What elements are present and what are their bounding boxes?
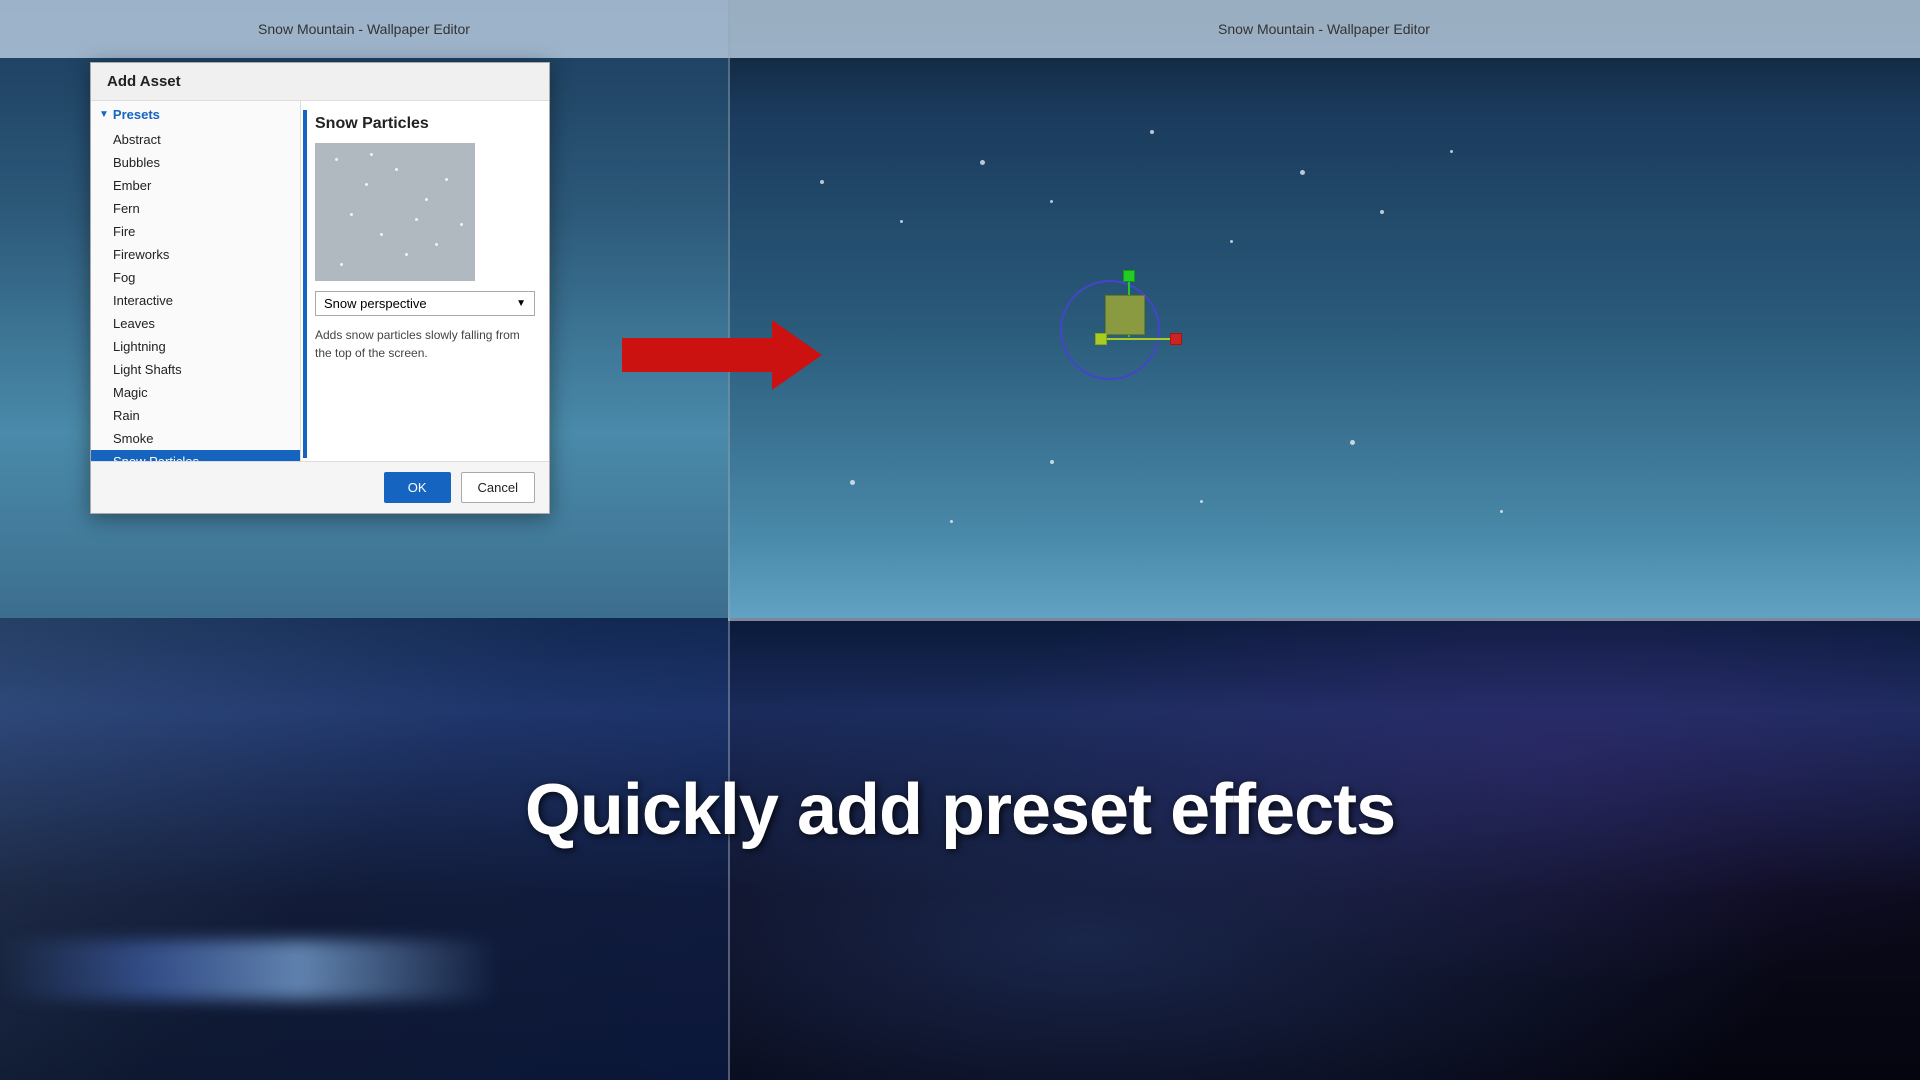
dialog-title: Add Asset — [91, 63, 549, 101]
tree-item-lightning[interactable]: Lightning — [91, 335, 300, 358]
presets-label: Presets — [113, 107, 160, 122]
preview-snow-dot — [435, 243, 438, 246]
tree-item-interactive[interactable]: Interactive — [91, 289, 300, 312]
preview-snow-dot — [445, 178, 448, 181]
dialog-body: ▼ Presets Abstract Bubbles Ember Fern Fi… — [91, 101, 549, 461]
dialog-footer: OK Cancel — [91, 461, 549, 513]
red-arrow — [622, 320, 822, 395]
tree-item-fireworks[interactable]: Fireworks — [91, 243, 300, 266]
presets-chevron-icon: ▼ — [99, 109, 109, 120]
gizmo-square — [1105, 295, 1145, 335]
main-headline: Quickly add preset effects — [525, 769, 1395, 851]
cancel-button[interactable]: Cancel — [461, 472, 535, 503]
tree-item-ember[interactable]: Ember — [91, 174, 300, 197]
snow-particle — [980, 160, 985, 165]
preview-snow-dot — [380, 233, 383, 236]
snow-particle — [1230, 240, 1233, 243]
preview-box — [315, 143, 475, 281]
preview-snow-dot — [415, 218, 418, 221]
snow-particle — [1450, 150, 1453, 153]
transform-gizmo — [1060, 270, 1190, 400]
dropdown-row: Snow perspective ▼ — [315, 291, 535, 316]
presets-section-header[interactable]: ▼ Presets — [91, 101, 300, 128]
tree-item-light-shafts[interactable]: Light Shafts — [91, 358, 300, 381]
preview-snow-dot — [350, 213, 353, 216]
preview-snow-dot — [405, 253, 408, 256]
dropdown-value: Snow perspective — [324, 296, 427, 311]
header-left: Snow Mountain - Wallpaper Editor — [0, 0, 728, 58]
preview-snow-dot — [395, 168, 398, 171]
snow-particle — [1200, 500, 1203, 503]
snow-particle — [820, 180, 824, 184]
tree-item-leaves[interactable]: Leaves — [91, 312, 300, 335]
preview-snow-dot — [460, 223, 463, 226]
horizontal-divider — [728, 618, 1920, 621]
snow-particle — [1350, 440, 1355, 445]
preview-snow-dot — [425, 198, 428, 201]
dialog-left-panel: ▼ Presets Abstract Bubbles Ember Fern Fi… — [91, 101, 301, 461]
snow-particle — [1300, 170, 1305, 175]
snow-particle — [950, 520, 953, 523]
snow-particle — [1150, 130, 1154, 134]
preview-snow-dot — [365, 183, 368, 186]
gizmo-handle-left[interactable] — [1095, 333, 1107, 345]
app-title-left: Snow Mountain - Wallpaper Editor — [258, 21, 470, 37]
app-title-right: Snow Mountain - Wallpaper Editor — [1218, 21, 1430, 37]
preview-snow-dot — [340, 263, 343, 266]
snow-particle — [1380, 210, 1384, 214]
tree-item-fern[interactable]: Fern — [91, 197, 300, 220]
main-text-container: Quickly add preset effects — [0, 660, 1920, 960]
dropdown-arrow-icon: ▼ — [516, 298, 526, 309]
snow-particle — [850, 480, 855, 485]
snow-particle — [900, 220, 903, 223]
add-asset-dialog: Add Asset ▼ Presets Abstract Bubbles Emb… — [90, 62, 550, 514]
tree-item-magic[interactable]: Magic — [91, 381, 300, 404]
preset-description: Adds snow particles slowly falling from … — [315, 326, 535, 362]
snow-particle — [1500, 510, 1503, 513]
tree-item-smoke[interactable]: Smoke — [91, 427, 300, 450]
preset-title: Snow Particles — [315, 115, 535, 133]
snow-particle — [1050, 200, 1053, 203]
tree-item-rain[interactable]: Rain — [91, 404, 300, 427]
perspective-dropdown[interactable]: Snow perspective ▼ — [315, 291, 535, 316]
gizmo-handle-right[interactable] — [1170, 333, 1182, 345]
header-right: Snow Mountain - Wallpaper Editor — [728, 0, 1920, 58]
tree-item-fog[interactable]: Fog — [91, 266, 300, 289]
dialog-right-panel: Snow Particles Snow perspec — [301, 101, 549, 461]
tree-item-snow-particles[interactable]: Snow Particles — [91, 450, 300, 461]
preview-snow-dot — [370, 153, 373, 156]
tree-item-fire[interactable]: Fire — [91, 220, 300, 243]
ok-button[interactable]: OK — [384, 472, 451, 503]
gizmo-handle-top[interactable] — [1123, 270, 1135, 282]
tree-item-abstract[interactable]: Abstract — [91, 128, 300, 151]
preview-snow-dot — [335, 158, 338, 161]
tree-item-bubbles[interactable]: Bubbles — [91, 151, 300, 174]
snow-particle — [1050, 460, 1054, 464]
panel-indicator — [303, 110, 307, 458]
